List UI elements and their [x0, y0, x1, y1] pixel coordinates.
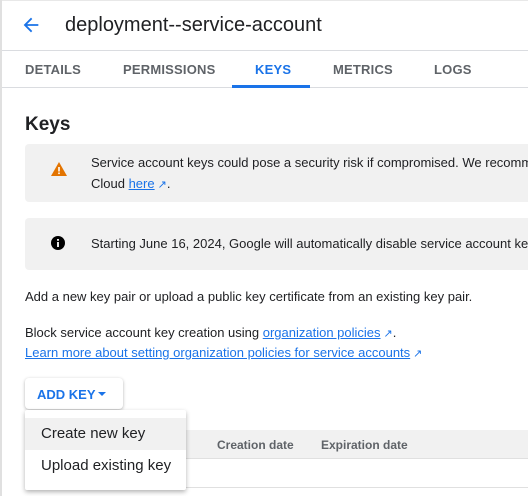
arrow-left-icon[interactable]: [20, 14, 42, 36]
menu-item-upload-existing-key[interactable]: Upload existing key: [25, 450, 186, 482]
warning-icon: [51, 162, 67, 176]
external-link-icon: ↗: [383, 328, 393, 340]
info-banner: Starting June 16, 2024, Google will auto…: [25, 218, 528, 270]
tab-keys[interactable]: KEYS: [255, 62, 291, 77]
warning-banner: Service account keys could pose a securi…: [25, 144, 528, 202]
add-key-menu: Create new key Upload existing key: [25, 410, 186, 490]
warning-suffix: .: [166, 176, 171, 191]
tab-logs[interactable]: LOGS: [434, 62, 472, 77]
external-link-icon: ↗: [413, 348, 423, 360]
active-tab-indicator: [232, 85, 310, 88]
add-key-button[interactable]: ADD KEY: [25, 378, 123, 409]
block-suffix: .: [392, 325, 397, 340]
column-expiration-date: Expiration date: [321, 438, 408, 452]
tab-metrics[interactable]: METRICS: [333, 62, 393, 77]
info-icon: [51, 236, 65, 250]
menu-item-create-new-key[interactable]: Create new key: [25, 418, 186, 450]
description-text: Add a new key pair or upload a public ke…: [25, 289, 473, 304]
learn-more-link[interactable]: Learn more about setting organization po…: [25, 345, 410, 360]
info-text: Starting June 16, 2024, Google will auto…: [91, 236, 528, 251]
column-creation-date: Creation date: [217, 438, 294, 452]
page-title: deployment--service-account: [65, 14, 322, 36]
add-key-label: ADD KEY: [37, 387, 96, 402]
external-link-icon: ↗: [157, 179, 167, 191]
section-title: Keys: [25, 114, 71, 135]
page-header: deployment--service-account: [2, 0, 528, 51]
tab-bar: DETAILS PERMISSIONS KEYS METRICS LOGS: [2, 51, 528, 88]
organization-policies-link[interactable]: organization policies: [263, 325, 381, 340]
warning-text: Service account keys could pose a securi…: [91, 155, 528, 170]
block-text: Block service account key creation using: [25, 325, 263, 340]
here-link[interactable]: here: [129, 176, 155, 191]
caret-down-icon: [98, 392, 106, 396]
tab-details[interactable]: DETAILS: [25, 62, 81, 77]
warning-text-line2: Cloud: [91, 176, 129, 191]
tab-permissions[interactable]: PERMISSIONS: [123, 62, 216, 77]
